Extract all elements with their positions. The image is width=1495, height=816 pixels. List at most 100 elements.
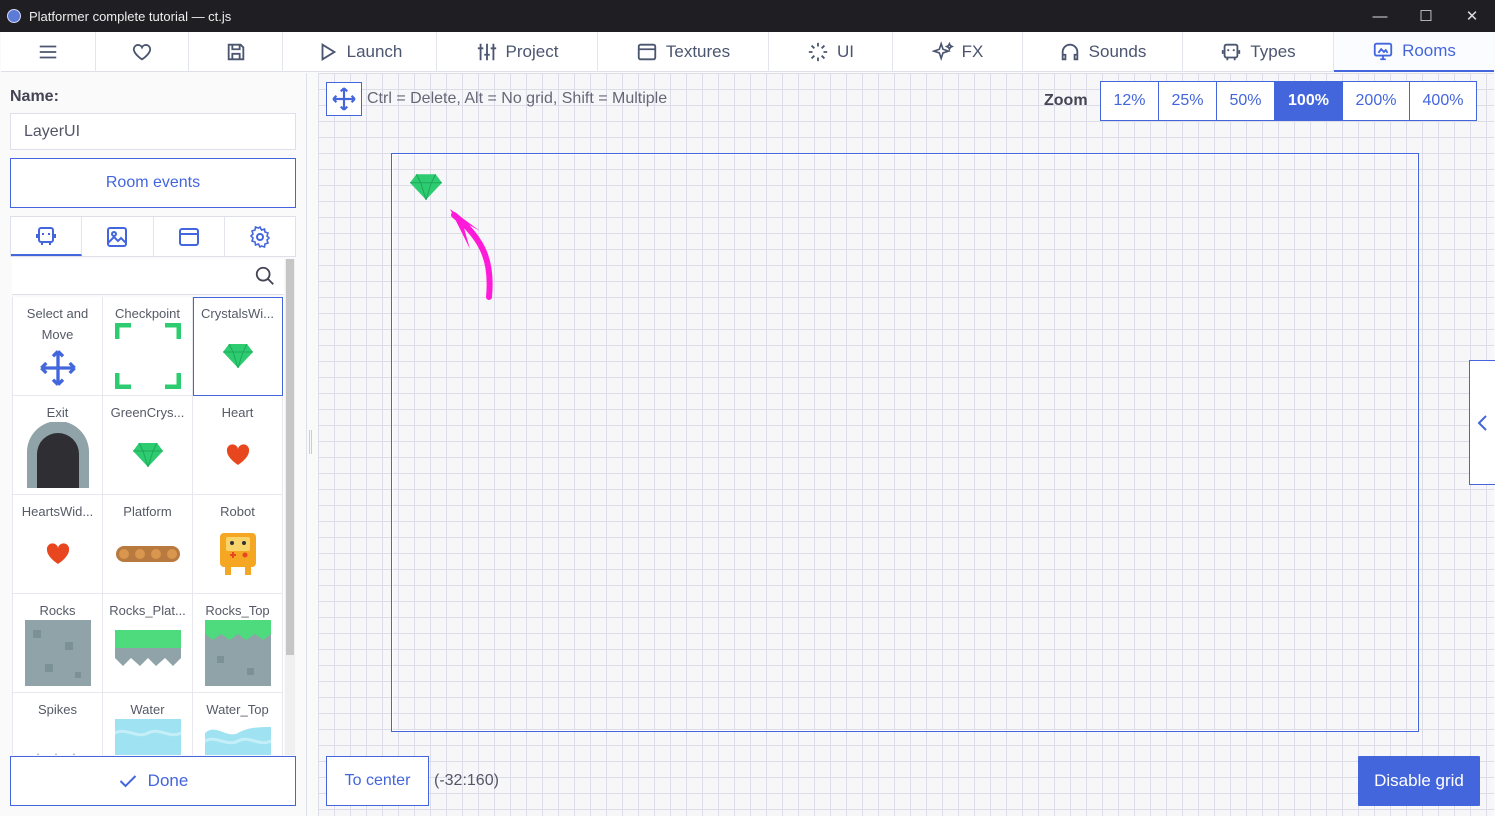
zoom-label: Zoom bbox=[1044, 92, 1088, 109]
list-item[interactable]: Heart bbox=[193, 396, 283, 495]
minimize-icon[interactable]: — bbox=[1357, 0, 1403, 32]
zoom-50-button[interactable]: 50% bbox=[1217, 82, 1275, 120]
tab-types[interactable]: Types bbox=[1183, 32, 1334, 72]
tab-ui[interactable]: UI bbox=[769, 32, 893, 72]
robot-thumbnail bbox=[205, 521, 271, 587]
sparkles-icon bbox=[931, 41, 954, 62]
tab-properties[interactable] bbox=[225, 217, 295, 256]
gear-icon bbox=[249, 225, 271, 248]
search-icon[interactable] bbox=[254, 265, 276, 287]
main-nav: Launch Project Textures UI FX Sounds Typ… bbox=[1, 32, 1494, 72]
water-top-thumbnail bbox=[205, 719, 271, 755]
heart-icon bbox=[132, 44, 152, 61]
door-thumbnail bbox=[25, 422, 91, 488]
item-label: Water bbox=[130, 702, 165, 717]
name-input[interactable]: LayerUI bbox=[10, 113, 296, 150]
catalog-tabs bbox=[10, 216, 296, 257]
type-catalog: Select and Move Checkpoint CrystalsWi...… bbox=[12, 297, 284, 755]
item-label: Robot bbox=[220, 504, 255, 519]
room-bounds bbox=[391, 153, 1419, 732]
save-button[interactable] bbox=[189, 32, 283, 72]
gem-instance[interactable] bbox=[410, 174, 442, 200]
annotation-arrow bbox=[450, 209, 493, 300]
tab-backgrounds[interactable] bbox=[82, 217, 154, 256]
shortcut-hint: Ctrl = Delete, Alt = No grid, Shift = Mu… bbox=[367, 90, 668, 107]
rooms-icon bbox=[1373, 42, 1393, 61]
title-bar: Platformer complete tutorial — ct.js — ☐… bbox=[0, 0, 1495, 32]
item-label: Select and Move bbox=[26, 306, 89, 342]
texture-icon bbox=[178, 227, 199, 246]
tab-tiles[interactable] bbox=[154, 217, 225, 256]
tab-project[interactable]: Project bbox=[437, 32, 598, 72]
room-events-button[interactable]: Room events bbox=[10, 158, 296, 208]
tab-rooms[interactable]: Rooms bbox=[1334, 32, 1494, 72]
heart-thumbnail bbox=[205, 422, 271, 488]
maximize-icon[interactable]: ☐ bbox=[1403, 0, 1449, 32]
tab-textures[interactable]: Textures bbox=[598, 32, 769, 72]
list-item[interactable]: CrystalsWi... bbox=[193, 297, 283, 396]
zoom-25-button[interactable]: 25% bbox=[1159, 82, 1217, 120]
robot-icon bbox=[36, 226, 57, 245]
list-item[interactable]: Water bbox=[103, 693, 193, 755]
move-tool-button[interactable] bbox=[326, 82, 362, 116]
zoom-400-button[interactable]: 400% bbox=[1410, 82, 1476, 120]
sliders-icon bbox=[477, 43, 496, 61]
disable-grid-button[interactable]: Disable grid bbox=[1358, 756, 1480, 806]
heart-thumbnail bbox=[25, 521, 91, 587]
zoom-100-button[interactable]: 100% bbox=[1275, 82, 1343, 120]
rocks-thumbnail bbox=[25, 620, 91, 686]
list-item[interactable]: Robot bbox=[193, 495, 283, 594]
water-thumbnail bbox=[115, 719, 181, 755]
list-item[interactable]: Spikes bbox=[13, 693, 103, 755]
to-center-button[interactable]: To center bbox=[326, 756, 429, 806]
list-item[interactable]: Checkpoint bbox=[103, 297, 193, 396]
menu-button[interactable] bbox=[1, 32, 96, 72]
move-icon bbox=[332, 87, 356, 111]
texture-icon bbox=[637, 43, 657, 61]
item-label: GreenCrys... bbox=[110, 405, 185, 420]
heart-button[interactable] bbox=[96, 32, 189, 72]
list-item[interactable]: Select and Move bbox=[13, 297, 103, 396]
zoom-12-button[interactable]: 12% bbox=[1101, 82, 1159, 120]
list-item[interactable]: Exit bbox=[13, 396, 103, 495]
name-label: Name: bbox=[10, 88, 59, 105]
list-item[interactable]: Rocks bbox=[13, 594, 103, 693]
tab-sounds[interactable]: Sounds bbox=[1023, 32, 1183, 72]
save-icon bbox=[227, 43, 244, 61]
list-item[interactable]: Platform bbox=[103, 495, 193, 594]
panel-resize-handle[interactable] bbox=[309, 430, 312, 454]
catalog-search-input[interactable] bbox=[12, 259, 284, 295]
list-item[interactable]: HeartsWid... bbox=[13, 495, 103, 594]
ui-icon bbox=[808, 42, 828, 62]
move-icon bbox=[25, 345, 91, 391]
list-item[interactable]: GreenCrys... bbox=[103, 396, 193, 495]
headphones-icon bbox=[1061, 43, 1078, 61]
item-label: Rocks_Top bbox=[205, 603, 270, 618]
list-item[interactable]: Rocks_Plat... bbox=[103, 594, 193, 693]
catalog-scrollbar[interactable] bbox=[285, 259, 295, 755]
list-item[interactable]: Water_Top bbox=[193, 693, 283, 755]
item-label: Heart bbox=[221, 405, 254, 420]
item-label: Exit bbox=[46, 405, 69, 420]
tab-launch[interactable]: Launch bbox=[283, 32, 437, 72]
cursor-coordinates: (-32:160) bbox=[434, 772, 499, 789]
close-icon[interactable]: ✕ bbox=[1449, 0, 1495, 32]
gem-thumbnail bbox=[205, 323, 271, 389]
image-icon bbox=[107, 226, 128, 247]
play-icon bbox=[321, 43, 336, 61]
menu-icon bbox=[39, 45, 57, 59]
scrollbar-thumb[interactable] bbox=[286, 259, 294, 655]
spikes-thumbnail bbox=[25, 719, 91, 755]
platform-thumbnail bbox=[115, 521, 181, 587]
list-item[interactable]: Rocks_Top bbox=[193, 594, 283, 693]
tab-fx[interactable]: FX bbox=[893, 32, 1023, 72]
tab-types-catalog[interactable] bbox=[11, 217, 83, 256]
item-label: Rocks_Plat... bbox=[109, 603, 186, 618]
item-label: HeartsWid... bbox=[21, 504, 94, 519]
done-button[interactable]: Done bbox=[10, 756, 296, 806]
collapse-panel-button[interactable] bbox=[1469, 360, 1495, 485]
zoom-200-button[interactable]: 200% bbox=[1343, 82, 1410, 120]
check-icon bbox=[119, 775, 136, 788]
item-label: Rocks bbox=[39, 603, 76, 618]
left-panel: Name: LayerUI Room events Select and Mov… bbox=[1, 73, 307, 816]
